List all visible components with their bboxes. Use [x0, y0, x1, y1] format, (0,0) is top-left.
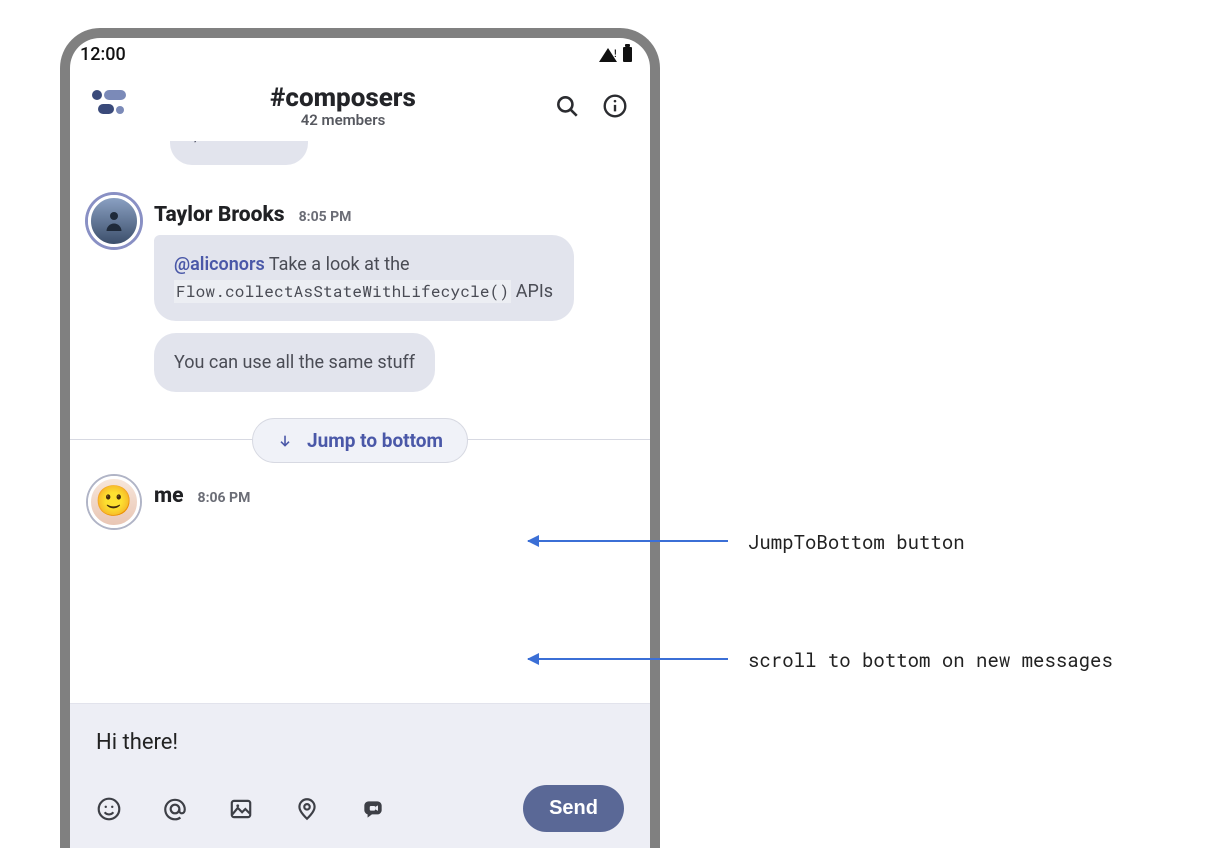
channel-title-block[interactable]: #composers 42 members — [146, 83, 540, 129]
phone-frame: 12:00 #composers 42 members /JetNews — [60, 28, 660, 848]
composer: Send — [70, 703, 650, 848]
arrow-down-icon — [277, 433, 293, 449]
search-icon[interactable] — [554, 93, 580, 119]
person-emoji-icon: 🙂 — [95, 487, 132, 517]
avatar-me[interactable]: 🙂 — [88, 476, 140, 528]
author-name: Taylor Brooks — [154, 203, 285, 227]
annotation-arrow-2 — [528, 658, 728, 660]
channel-subtitle: 42 members — [146, 111, 540, 129]
author-name-me: me — [154, 484, 184, 508]
mention-icon[interactable] — [162, 796, 188, 822]
messages-list[interactable]: /JetNews Taylor Brooks 8:05 PM @aliconor… — [70, 141, 650, 703]
app-logo-icon[interactable] — [92, 86, 132, 126]
wifi-icon — [599, 48, 617, 62]
jump-label: Jump to bottom — [307, 429, 443, 452]
annotation-label-2: scroll to bottom on new messages — [748, 648, 1113, 673]
message-time-me: 8:06 PM — [198, 490, 251, 506]
compose-input[interactable] — [96, 722, 624, 785]
message-bubble-1[interactable]: @aliconors Take a look at the Flow.colle… — [154, 235, 574, 321]
message-bubble-2[interactable]: You can use all the same stuff — [154, 333, 435, 392]
channel-title: #composers — [146, 83, 540, 113]
send-button[interactable]: Send — [523, 785, 624, 832]
message-row-me: 🙂 me 8:06 PM — [70, 476, 650, 528]
video-icon[interactable] — [360, 796, 386, 822]
mention[interactable]: @aliconors — [174, 254, 265, 275]
image-icon[interactable] — [228, 796, 254, 822]
message-time: 8:05 PM — [299, 209, 352, 225]
battery-icon — [623, 47, 632, 62]
prev-code: /JetNews — [192, 141, 286, 146]
info-icon[interactable] — [602, 93, 628, 119]
person-silhouette-icon — [99, 206, 129, 236]
jump-to-bottom-button[interactable]: Jump to bottom — [252, 418, 468, 463]
emoji-icon[interactable] — [96, 796, 122, 822]
status-icons — [599, 47, 632, 62]
status-bar: 12:00 — [70, 38, 650, 65]
previous-message-tail: /JetNews — [170, 141, 650, 177]
location-icon[interactable] — [294, 796, 320, 822]
code-inline: Flow.collectAsStateWithLifecycle() — [174, 280, 511, 303]
annotation-label-1: JumpToBottom button — [748, 530, 965, 555]
annotation-arrow-1 — [528, 540, 728, 542]
message-row-taylor: Taylor Brooks 8:05 PM @aliconors Take a … — [70, 195, 650, 404]
avatar-taylor[interactable] — [88, 195, 140, 247]
status-time: 12:00 — [80, 44, 126, 65]
app-bar: #composers 42 members — [70, 65, 650, 141]
